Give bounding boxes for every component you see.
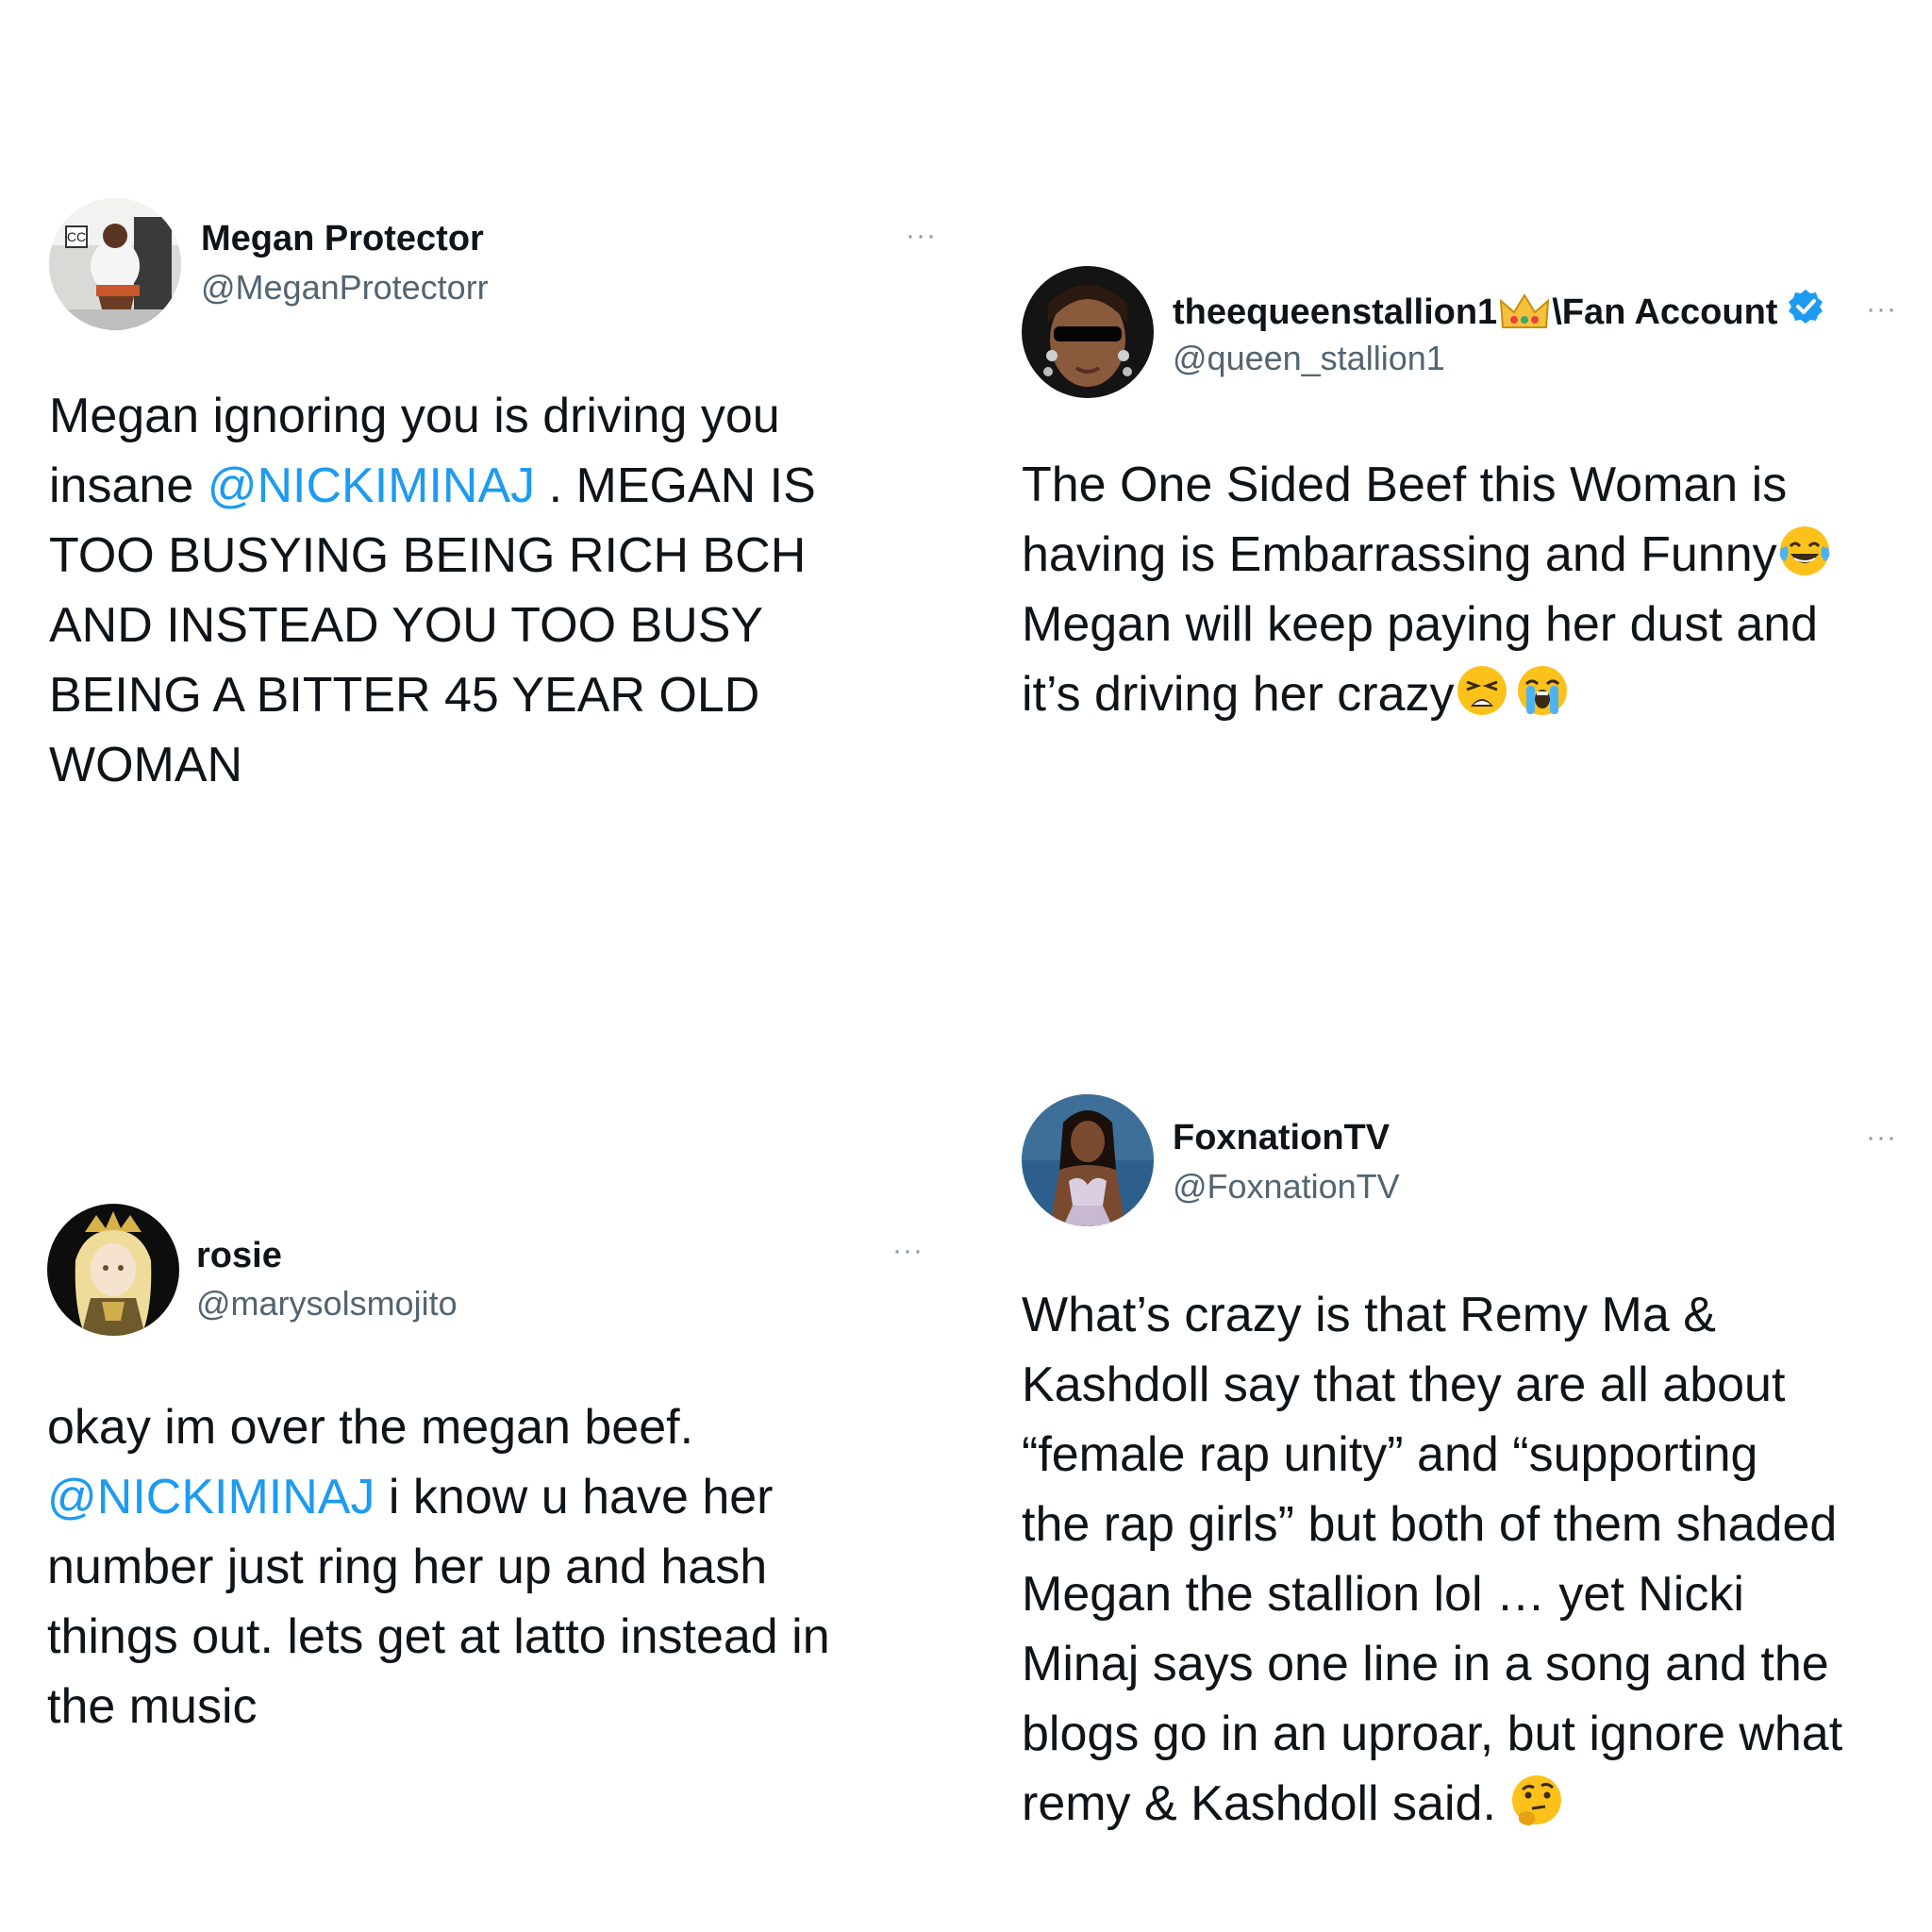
- display-name[interactable]: Megan Protector: [201, 217, 484, 260]
- weary-face-emoji: [1455, 663, 1509, 718]
- verified-badge-icon: [1787, 288, 1824, 336]
- svg-text:CC: CC: [67, 229, 86, 244]
- more-options-icon[interactable]: ···: [892, 1237, 924, 1265]
- more-options-icon[interactable]: ···: [1866, 1124, 1897, 1152]
- tweet-text: What’s crazy is that Remy Ma & Kashdoll …: [1022, 1288, 1843, 1831]
- username-handle[interactable]: @queen_stallion1: [1173, 338, 1445, 379]
- avatar[interactable]: CC: [49, 198, 181, 330]
- username-handle[interactable]: @marysolsmojito: [196, 1283, 458, 1324]
- display-name[interactable]: theequeenstallion1 \Fan Account: [1173, 288, 1824, 336]
- display-name[interactable]: rosie: [196, 1234, 282, 1277]
- mention-link[interactable]: @NICKIMINAJ: [47, 1470, 375, 1524]
- tears-of-joy-emoji: [1777, 524, 1832, 578]
- mention-link[interactable]: @NICKIMINAJ: [208, 458, 535, 513]
- tweet-text: okay im over the megan beef. @NICKIMINAJ…: [47, 1400, 830, 1734]
- username-handle[interactable]: @FoxnationTV: [1173, 1166, 1400, 1208]
- crown-icon: [1499, 291, 1550, 333]
- more-options-icon[interactable]: ···: [906, 222, 937, 250]
- display-name[interactable]: FoxnationTV: [1173, 1116, 1390, 1159]
- username-handle[interactable]: @MeganProtectorr: [201, 267, 489, 308]
- loudly-crying-emoji: [1515, 663, 1570, 718]
- avatar[interactable]: [1022, 1094, 1154, 1226]
- thinking-face-emoji: [1509, 1773, 1564, 1827]
- avatar[interactable]: [1022, 266, 1154, 398]
- tweet-text: The One Sided Beef this Woman is having …: [1022, 450, 1890, 729]
- avatar[interactable]: [47, 1204, 179, 1336]
- more-options-icon[interactable]: ···: [1866, 295, 1897, 324]
- tweet-text: Megan ignoring you is driving you insane…: [49, 389, 816, 792]
